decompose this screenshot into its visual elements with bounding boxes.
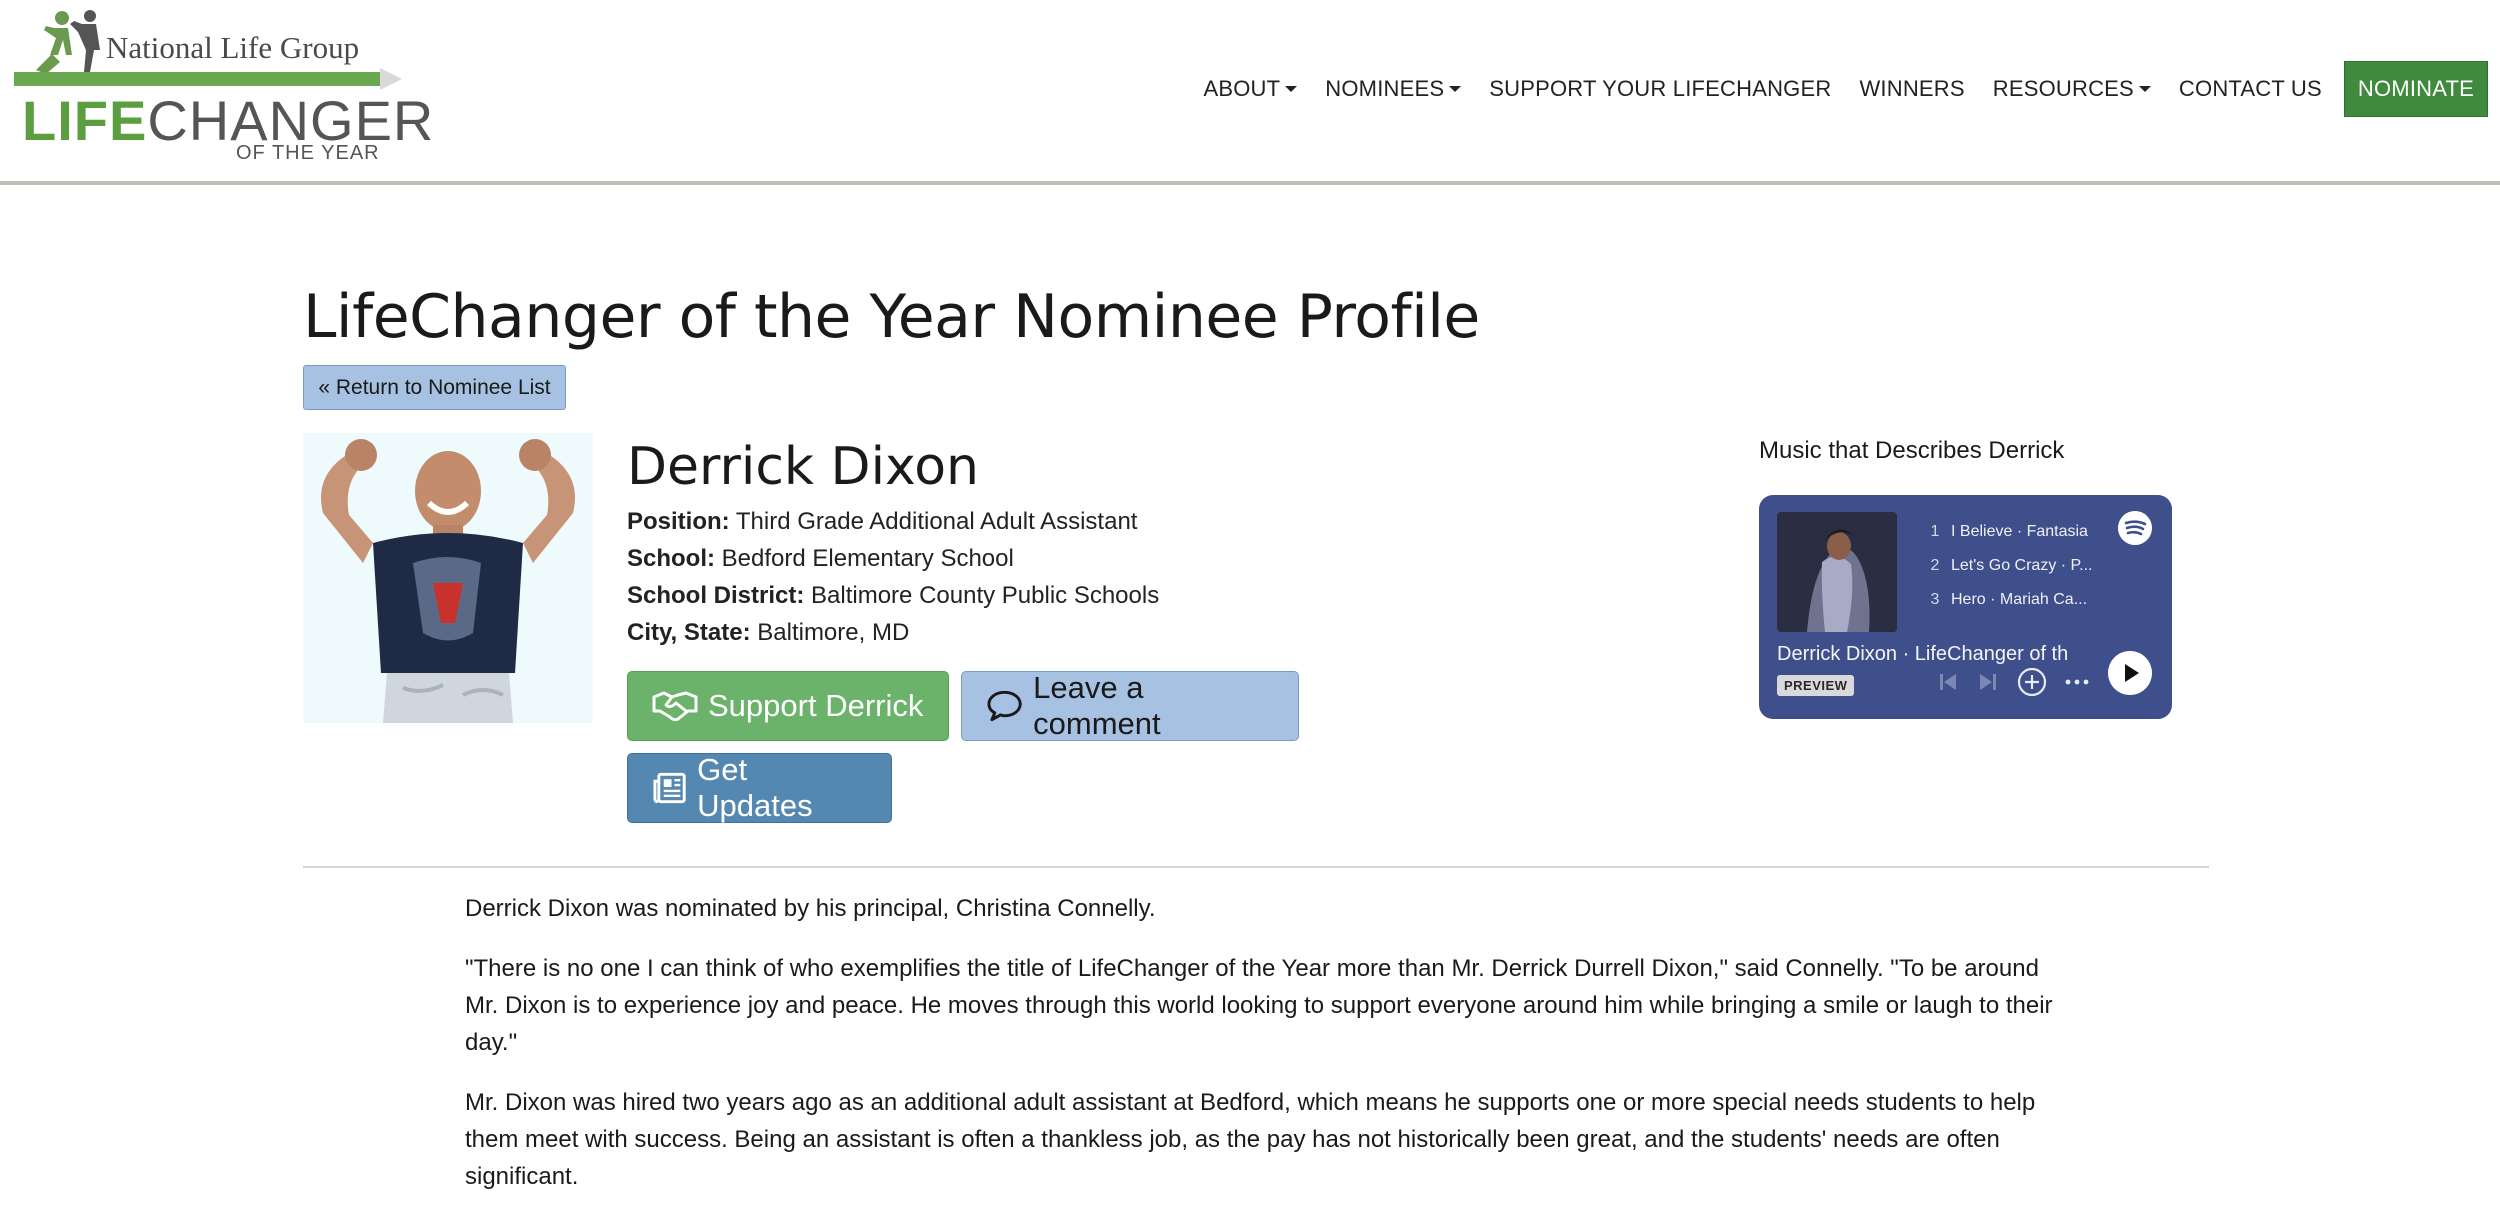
nominee-name: Derrick Dixon	[627, 437, 979, 497]
nav-about-label: ABOUT	[1203, 76, 1281, 101]
handshake-icon	[652, 691, 698, 722]
logo-pencil	[14, 72, 384, 86]
skip-back-icon[interactable]	[1937, 671, 1959, 693]
position-label: Position:	[627, 508, 730, 535]
comment-bubble-icon	[987, 690, 1022, 722]
nominee-position: Position: Third Grade Additional Adult A…	[627, 503, 1377, 540]
nav-resources[interactable]: RESOURCES	[1979, 61, 2165, 117]
nav-winners-label: WINNERS	[1859, 76, 1965, 101]
nav-resources-label: RESOURCES	[1992, 76, 2134, 101]
nav-support-your-lifechanger[interactable]: SUPPORT YOUR LIFECHANGER	[1475, 61, 1845, 117]
nav-nominees[interactable]: NOMINEES	[1311, 61, 1475, 117]
logo-subtitle: OF THE YEAR	[236, 142, 380, 164]
school-value: Bedford Elementary School	[721, 545, 1014, 572]
caret-down-icon	[1285, 86, 1298, 92]
get-updates-label: Get Updates	[697, 752, 813, 823]
nominee-photo-image	[303, 433, 593, 723]
track-item[interactable]: 2 Let's Go Crazy · P...	[1919, 549, 2129, 583]
nav-about[interactable]: ABOUT	[1189, 61, 1311, 117]
article-paragraph: Derrick Dixon was nominated by his princ…	[465, 895, 1156, 922]
nominee-district: School District: Baltimore County Public…	[627, 577, 1377, 614]
playback-controls	[1937, 667, 2089, 697]
more-options-icon[interactable]	[2065, 677, 2089, 687]
caret-down-icon	[2138, 86, 2151, 92]
nominee-city: City, State: Baltimore, MD	[627, 614, 1377, 651]
nominee-profile: Derrick Dixon Position: Third Grade Addi…	[627, 433, 1377, 823]
section-divider	[303, 866, 2209, 868]
city-label: City, State:	[627, 619, 751, 646]
article-paragraph: "There is no one I can think of who exem…	[465, 955, 2053, 1056]
nav-contact-label: CONTACT US	[2178, 76, 2322, 101]
nominate-button[interactable]: NOMINATE	[2343, 61, 2488, 117]
newspaper-icon	[653, 772, 686, 804]
track-item[interactable]: 3 Hero · Mariah Ca...	[1919, 583, 2129, 617]
logo-brand: National Life Group	[106, 30, 360, 65]
lifechanger-logo[interactable]: National Life Group LIFECHANGER OF THE Y…	[14, 10, 433, 165]
get-updates-button[interactable]: Get Updates	[627, 752, 892, 823]
leave-comment-button[interactable]: Leave a comment	[961, 670, 1299, 741]
city-value: Baltimore, MD	[757, 619, 910, 646]
nominee-photo	[303, 433, 593, 723]
nominee-article: Derrick Dixon was nominated by his princ…	[465, 890, 2075, 1209]
action-buttons: Support Derrick Leave a comment	[627, 670, 1299, 741]
leave-comment-label: Leave a comment	[1033, 670, 1161, 741]
support-derrick-label: Support Derrick	[708, 688, 924, 723]
track-title: Hero · Mariah Ca...	[1951, 591, 2088, 608]
nav-contact-us[interactable]: CONTACT US	[2165, 61, 2336, 117]
nav-support-label: SUPPORT YOUR LIFECHANGER	[1489, 76, 1832, 101]
main-nav: ABOUT NOMINEES SUPPORT YOUR LIFECHANGER …	[1189, 61, 2488, 117]
nav-nominees-label: NOMINEES	[1325, 76, 1445, 101]
play-icon[interactable]	[2108, 651, 2152, 695]
spotify-logo-icon[interactable]	[2118, 511, 2152, 545]
return-to-nominee-list-button[interactable]: « Return to Nominee List	[303, 365, 566, 410]
nav-winners[interactable]: WINNERS	[1845, 61, 1978, 117]
add-plus-icon[interactable]	[2017, 667, 2047, 697]
track-title: I Believe · Fantasia	[1951, 523, 2088, 540]
site-header: National Life Group LIFECHANGER OF THE Y…	[0, 0, 2500, 185]
playlist-name[interactable]: Derrick Dixon · LifeChanger of th	[1777, 643, 2077, 666]
preview-badge: PREVIEW	[1777, 675, 1855, 696]
page-title: LifeChanger of the Year Nominee Profile	[303, 282, 1480, 352]
caret-down-icon	[1449, 86, 1462, 92]
logo-title-life: LIFE	[22, 89, 148, 152]
track-list: 1 I Believe · Fantasia 2 Let's Go Crazy …	[1919, 515, 2129, 617]
album-cover-image	[1777, 512, 1897, 632]
logo-pencil-tip	[380, 68, 402, 90]
music-heading: Music that Describes Derrick	[1759, 437, 2065, 464]
skip-forward-icon[interactable]	[1977, 671, 1999, 693]
track-number: 3	[1930, 591, 1940, 608]
article-paragraph: Mr. Dixon was hired two years ago as an …	[465, 1089, 2036, 1190]
district-value: Baltimore County Public Schools	[811, 582, 1160, 609]
position-value: Third Grade Additional Adult Assistant	[735, 508, 1138, 535]
school-label: School:	[627, 545, 715, 572]
track-item[interactable]: 1 I Believe · Fantasia	[1919, 515, 2129, 549]
album-art[interactable]	[1777, 512, 1897, 632]
track-number: 2	[1930, 557, 1940, 574]
support-derrick-button[interactable]: Support Derrick	[627, 671, 949, 741]
track-title: Let's Go Crazy · P...	[1951, 557, 2093, 574]
spotify-embed[interactable]: 1 I Believe · Fantasia 2 Let's Go Crazy …	[1759, 495, 2172, 719]
nominee-school: School: Bedford Elementary School	[627, 540, 1377, 577]
district-label: School District:	[627, 582, 805, 609]
track-number: 1	[1930, 523, 1940, 540]
